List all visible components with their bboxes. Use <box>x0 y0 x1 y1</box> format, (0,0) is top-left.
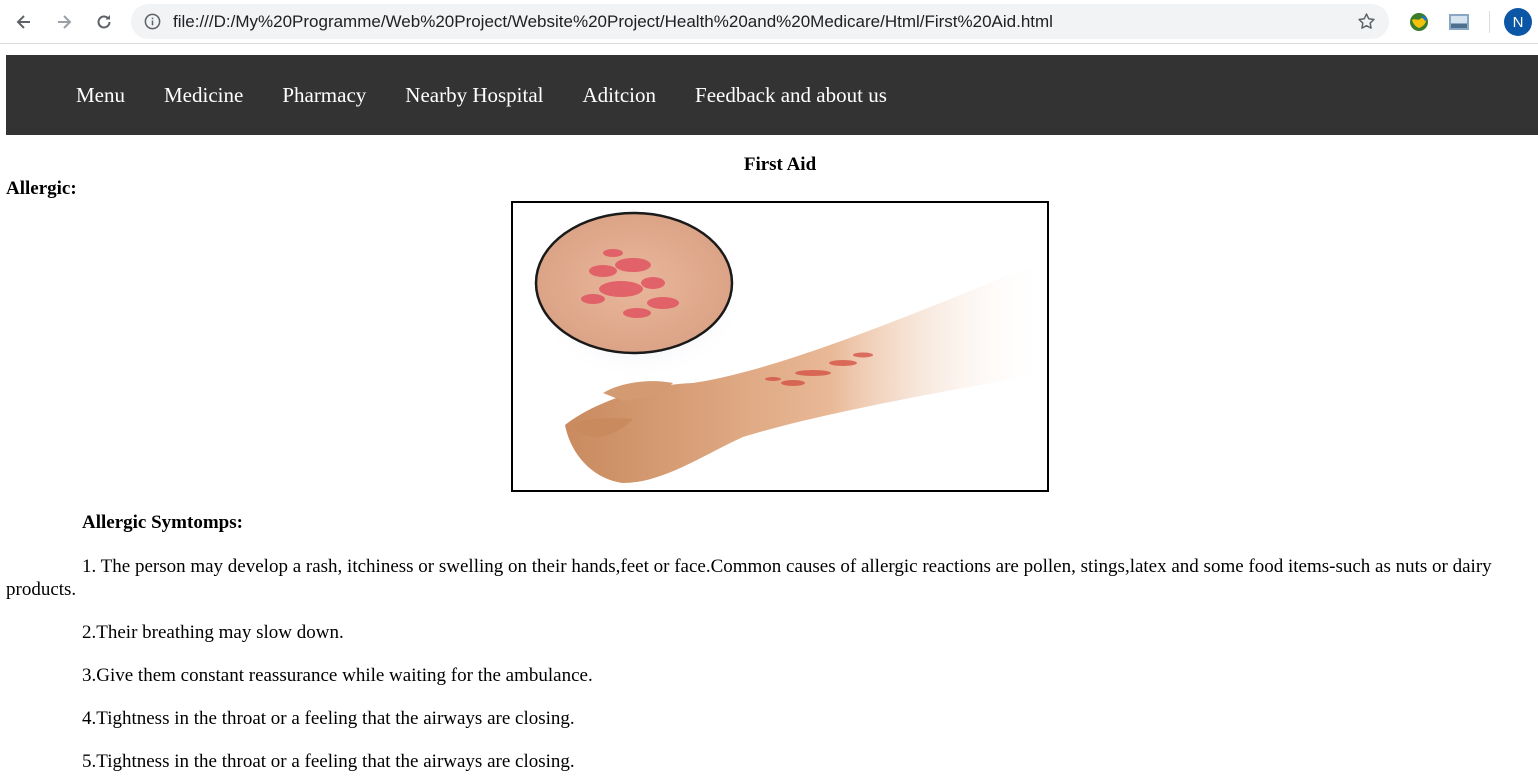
symptom-item: 3.Give them constant reassurance while w… <box>82 665 593 686</box>
reload-button[interactable] <box>90 8 118 36</box>
forward-button[interactable] <box>50 8 78 36</box>
allergy-rash-illustration <box>511 201 1049 492</box>
nav-link-pharmacy[interactable]: Pharmacy <box>282 83 366 107</box>
info-icon[interactable] <box>143 12 162 31</box>
star-icon[interactable] <box>1356 11 1377 32</box>
reload-icon <box>97 15 111 29</box>
symptom-item: 1. The person may develop a rash, itchin… <box>6 556 1492 600</box>
toolbar-separator <box>1489 11 1490 33</box>
back-arrow-icon <box>16 15 30 29</box>
nav-link-addiction[interactable]: Aditcion <box>583 83 657 107</box>
site-navbar: Menu Medicine Pharmacy Nearby Hospital A… <box>6 55 1538 135</box>
symptom-item: 2.Their breathing may slow down. <box>82 622 344 643</box>
forward-arrow-icon <box>58 15 72 29</box>
nav-link-feedback[interactable]: Feedback and about us <box>695 83 887 107</box>
forearm-rash-image <box>534 211 1047 483</box>
profile-avatar[interactable]: N <box>1504 8 1532 36</box>
symptoms-heading: Allergic Symtomps: <box>82 512 243 533</box>
nav-link-medicine[interactable]: Medicine <box>164 83 243 107</box>
nav-list: Menu Medicine Pharmacy Nearby Hospital A… <box>76 55 926 135</box>
section-heading: Allergic: <box>6 178 77 199</box>
page-title: First Aid <box>743 154 817 175</box>
symptom-item: 5.Tightness in the throat or a feeling t… <box>82 751 575 772</box>
nav-link-menu[interactable]: Menu <box>76 83 125 107</box>
url-text[interactable]: file:///D:/My%20Programme/Web%20Project/… <box>173 4 1053 39</box>
back-button[interactable] <box>10 8 38 36</box>
address-bar[interactable]: file:///D:/My%20Programme/Web%20Project/… <box>131 4 1389 39</box>
globe-extension-icon[interactable] <box>1407 10 1431 34</box>
image-extension-icon[interactable] <box>1447 10 1471 34</box>
browser-toolbar: file:///D:/My%20Programme/Web%20Project/… <box>0 0 1538 44</box>
symptom-item: 4.Tightness in the throat or a feeling t… <box>82 708 575 729</box>
nav-link-nearby-hospital[interactable]: Nearby Hospital <box>405 83 543 107</box>
